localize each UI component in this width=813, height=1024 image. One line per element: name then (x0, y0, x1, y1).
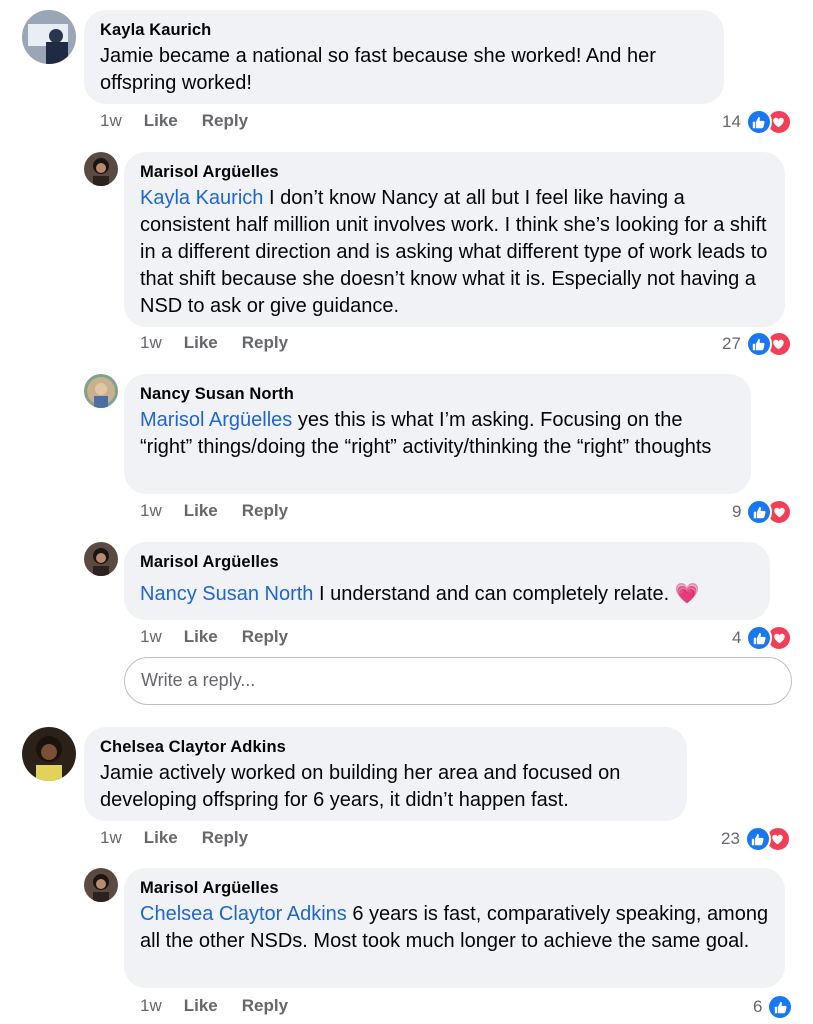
reaction-count: 23 (721, 829, 740, 848)
comment-actions: 1w Like Reply (100, 828, 248, 848)
reaction-summary[interactable]: 27 (722, 331, 792, 357)
like-button[interactable]: Like (144, 111, 178, 131)
thumbs-up-icon (744, 826, 771, 852)
comment-text: Marisol Argüelles yes this is what I’m a… (140, 409, 711, 458)
reaction-count: 14 (722, 112, 741, 131)
comment-author[interactable]: Marisol Argüelles (140, 162, 769, 182)
comment-actions: 1w Like Reply (100, 111, 248, 131)
comment-actions: 1w Like Reply (140, 501, 288, 521)
reply-button[interactable]: Reply (242, 501, 288, 521)
comment-bubble: Marisol Argüelles Chelsea Claytor Adkins… (124, 868, 785, 988)
comment-timestamp[interactable]: 1w (100, 828, 122, 848)
reaction-summary[interactable]: 9 (732, 499, 793, 525)
comment-text: Chelsea Claytor Adkins 6 years is fast, … (140, 903, 768, 952)
mention-link[interactable]: Chelsea Claytor Adkins (140, 903, 347, 925)
comment-author[interactable]: Marisol Argüelles (140, 552, 754, 572)
comment-timestamp[interactable]: 1w (140, 333, 162, 353)
avatar[interactable] (22, 10, 76, 64)
reaction-summary[interactable]: 14 (722, 109, 792, 135)
comment-bubble: Marisol Argüelles Kayla Kaurich I don’t … (124, 152, 785, 327)
avatar[interactable] (84, 868, 118, 902)
reply-input[interactable]: Write a reply... (124, 657, 792, 705)
comment-text: Jamie actively worked on building her ar… (100, 762, 621, 811)
reaction-count: 6 (753, 997, 763, 1016)
comment-author[interactable]: Marisol Argüelles (140, 878, 769, 898)
mention-link[interactable]: Kayla Kaurich (140, 187, 263, 209)
thumbs-up-icon (746, 499, 773, 525)
comment-text: Jamie became a national so fast because … (100, 45, 656, 94)
comment-timestamp[interactable]: 1w (100, 111, 122, 131)
comment-bubble: Nancy Susan North Marisol Argüelles yes … (124, 374, 751, 494)
mention-link[interactable]: Marisol Argüelles (140, 409, 292, 431)
avatar[interactable] (84, 542, 118, 576)
comment-author[interactable]: Chelsea Claytor Adkins (100, 737, 671, 757)
reply-button[interactable]: Reply (202, 828, 248, 848)
reply-button[interactable]: Reply (242, 627, 288, 647)
thumbs-up-icon (745, 109, 772, 135)
avatar[interactable] (22, 727, 76, 781)
comment-author[interactable]: Kayla Kaurich (100, 20, 708, 40)
like-button[interactable]: Like (144, 828, 178, 848)
comment-bubble: Kayla Kaurich Jamie became a national so… (84, 10, 724, 104)
comment-body: I understand and can completely relate. (313, 583, 670, 605)
reaction-summary[interactable]: 6 (753, 994, 794, 1020)
comment-timestamp[interactable]: 1w (140, 996, 162, 1016)
thumbs-up-icon (746, 625, 773, 651)
comment-bubble: Chelsea Claytor Adkins Jamie actively wo… (84, 727, 687, 821)
comment-actions: 1w Like Reply (140, 333, 288, 353)
like-button[interactable]: Like (184, 996, 218, 1016)
mention-link[interactable]: Nancy Susan North (140, 583, 313, 605)
reply-placeholder: Write a reply... (141, 670, 256, 690)
comment-text: Nancy Susan North I understand and can c… (140, 581, 754, 608)
reaction-summary[interactable]: 4 (732, 625, 793, 651)
heart-emoji-icon: 💗 (674, 583, 700, 605)
avatar[interactable] (84, 152, 118, 186)
comment-author[interactable]: Nancy Susan North (140, 384, 735, 404)
comment-text: Kayla Kaurich I don’t know Nancy at all … (140, 187, 767, 317)
reply-button[interactable]: Reply (202, 111, 248, 131)
like-button[interactable]: Like (184, 501, 218, 521)
thumbs-up-icon (767, 994, 794, 1020)
reaction-count: 9 (732, 502, 742, 521)
reaction-summary[interactable]: 23 (721, 826, 791, 852)
comment-timestamp[interactable]: 1w (140, 627, 162, 647)
reaction-count: 4 (732, 628, 742, 647)
comment-bubble: Marisol Argüelles Nancy Susan North I un… (124, 542, 770, 620)
comment-actions: 1w Like Reply (140, 627, 288, 647)
thumbs-up-icon (745, 331, 772, 357)
avatar[interactable] (84, 374, 118, 408)
reply-button[interactable]: Reply (242, 996, 288, 1016)
like-button[interactable]: Like (184, 333, 218, 353)
comment-actions: 1w Like Reply (140, 996, 288, 1016)
reaction-count: 27 (722, 334, 741, 353)
comment-timestamp[interactable]: 1w (140, 501, 162, 521)
like-button[interactable]: Like (184, 627, 218, 647)
reply-button[interactable]: Reply (242, 333, 288, 353)
